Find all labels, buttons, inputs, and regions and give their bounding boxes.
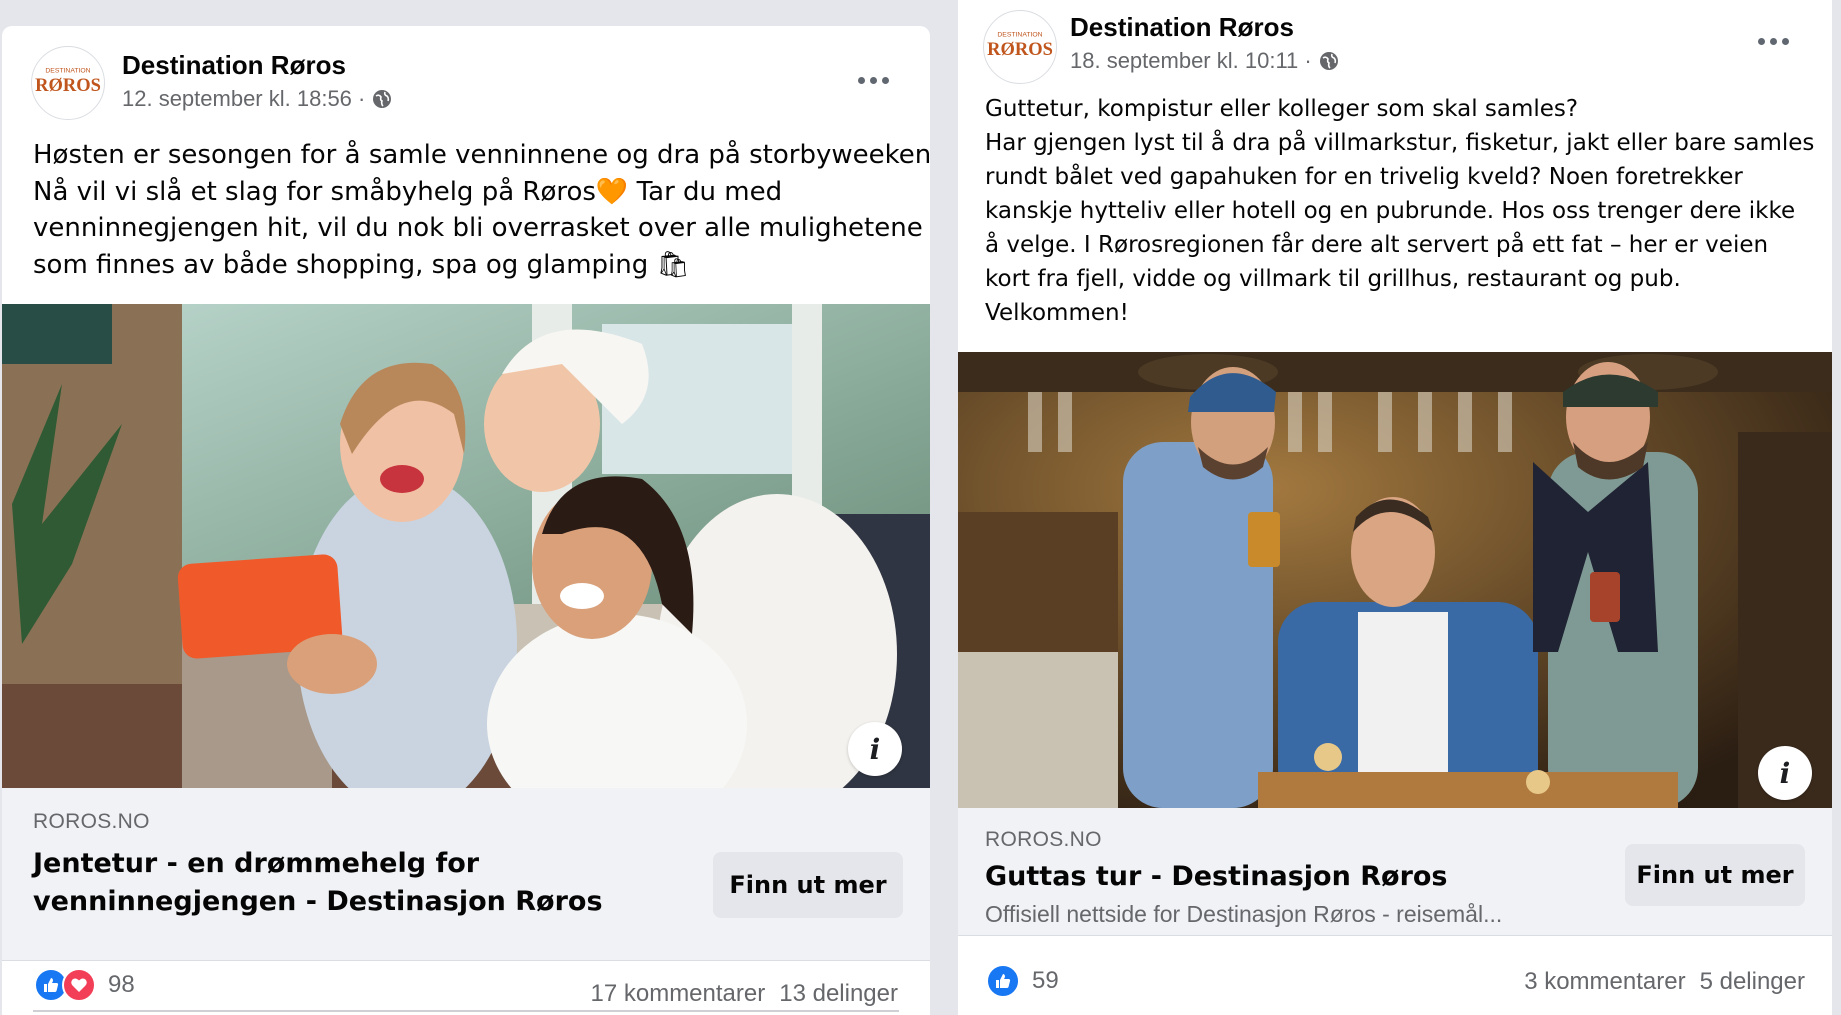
roros-logo-icon: DESTINATION RØROS — [35, 67, 101, 95]
link-title-line: Guttas tur - Destinasjon Røros — [985, 861, 1448, 892]
post-meta: 12. september kl. 18:56 · — [122, 86, 393, 112]
finn-ut-mer-button[interactable]: Finn ut mer — [1625, 844, 1805, 906]
post-photo[interactable]: i — [2, 304, 930, 788]
page-avatar[interactable]: DESTINATION RØROS — [31, 46, 105, 120]
page-name[interactable]: Destination Røros — [1070, 12, 1294, 43]
caption-line: som finnes av både shopping, spa og glam… — [33, 249, 690, 280]
svg-text:RØROS: RØROS — [35, 75, 101, 95]
page-name[interactable]: Destination Røros — [122, 50, 346, 81]
engagement-stats: 17 kommentarer 13 delinger — [590, 980, 898, 1008]
post-card-guttas-tur: DESTINATION RØROS Destination Røros 18. … — [958, 0, 1832, 1015]
post-header: DESTINATION RØROS Destination Røros 12. … — [2, 26, 930, 126]
post-caption: Høsten er sesongen for å samle venninnen… — [33, 137, 930, 283]
pub-photo — [958, 352, 1832, 808]
caption-line: Velkommen! — [985, 300, 1129, 326]
svg-text:RØROS: RØROS — [987, 39, 1053, 59]
post-card-jentetur: DESTINATION RØROS Destination Røros 12. … — [2, 26, 930, 1015]
link-title-line: Jentetur - en drømmehelg for — [33, 848, 480, 879]
post-meta: 18. september kl. 10:11 · — [1070, 48, 1340, 74]
caption-line: Høsten er sesongen for å samle venninnen… — [33, 140, 930, 170]
caption-line: Guttetur, kompistur eller kolleger som s… — [985, 96, 1579, 122]
caption-line: Har gjengen lyst til å dra på villmarkst… — [985, 130, 1815, 156]
link-preview[interactable]: ROROS.NO Jentetur - en drømmehelg for ve… — [2, 788, 930, 961]
post-header: DESTINATION RØROS Destination Røros 18. … — [958, 0, 1832, 100]
reaction-count: 98 — [108, 971, 135, 998]
post-timestamp[interactable]: 18. september kl. 10:11 · — [1070, 48, 1312, 74]
more-options-icon[interactable] — [858, 77, 889, 84]
divider — [33, 1010, 899, 1012]
caption-line: rundt bålet ved gapahuken for en triveli… — [985, 164, 1743, 190]
shares-count[interactable]: 13 delinger — [779, 980, 898, 1008]
globe-icon — [1319, 52, 1338, 70]
post-caption: Guttetur, kompistur eller kolleger som s… — [985, 92, 1825, 330]
page-avatar[interactable]: DESTINATION RØROS — [983, 10, 1057, 84]
caption-line: kanskje hytteliv eller hotell og en pubr… — [985, 198, 1796, 224]
love-icon — [62, 968, 96, 1002]
caption-line: venninnegjengen hit, vil du nok bli over… — [33, 213, 923, 243]
comments-count[interactable]: 17 kommentarer — [590, 980, 765, 1008]
svg-text:DESTINATION: DESTINATION — [45, 67, 90, 74]
finn-ut-mer-button[interactable]: Finn ut mer — [713, 852, 903, 918]
svg-text:DESTINATION: DESTINATION — [997, 31, 1042, 38]
comments-count[interactable]: 3 kommentarer — [1524, 968, 1685, 996]
link-title[interactable]: Guttas tur - Destinasjon Røros — [985, 858, 1448, 896]
link-title[interactable]: Jentetur - en drømmehelg for venninnegje… — [33, 845, 603, 921]
info-button[interactable]: i — [1758, 746, 1812, 800]
roros-logo-icon: DESTINATION RØROS — [987, 31, 1053, 59]
info-button[interactable]: i — [848, 722, 902, 776]
post-photo[interactable]: i — [958, 352, 1832, 808]
reactions-summary[interactable]: 59 — [986, 964, 1059, 998]
shares-count[interactable]: 5 delinger — [1700, 968, 1805, 996]
link-domain: ROROS.NO — [33, 810, 150, 833]
link-title-line: venninnegjengen - Destinasjon Røros — [33, 886, 603, 917]
link-domain: ROROS.NO — [985, 828, 1102, 851]
selfie-photo — [2, 304, 930, 788]
link-description: Offisiell nettside for Destinasjon Røros… — [985, 901, 1503, 927]
reaction-count: 59 — [1032, 967, 1059, 994]
caption-line: å velge. I Rørosregionen får dere alt se… — [985, 232, 1769, 258]
more-options-icon[interactable] — [1758, 38, 1789, 45]
link-preview[interactable]: ROROS.NO Guttas tur - Destinasjon Røros … — [958, 808, 1832, 936]
caption-line: kort fra fjell, vidde og villmark til gr… — [985, 266, 1681, 292]
reactions-summary[interactable]: 98 — [34, 968, 135, 1002]
like-icon — [986, 964, 1020, 998]
post-timestamp[interactable]: 12. september kl. 18:56 · — [122, 86, 365, 112]
globe-icon — [373, 90, 392, 108]
caption-line: Nå vil vi slå et slag for småbyhelg på R… — [33, 176, 783, 207]
engagement-stats: 3 kommentarer 5 delinger — [1524, 968, 1805, 996]
